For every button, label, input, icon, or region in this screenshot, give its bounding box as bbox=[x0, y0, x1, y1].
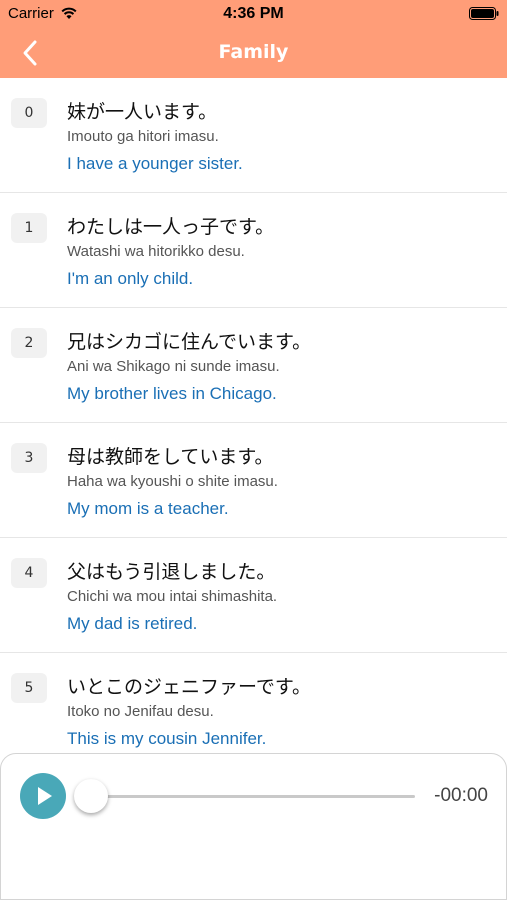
phrase-number-badge: 0 bbox=[11, 98, 47, 128]
romaji-text: Imouto ga hitori imasu. bbox=[67, 128, 219, 145]
nav-bar: Family bbox=[0, 28, 507, 78]
phrase-list[interactable]: 0 妹が一人います。 Imouto ga hitori imasu. I hav… bbox=[0, 78, 507, 758]
japanese-text: 妹が一人います。 bbox=[67, 101, 218, 123]
status-time: 4:36 PM bbox=[223, 5, 284, 22]
english-translation: I have a younger sister. bbox=[67, 154, 243, 173]
progress-thumb[interactable] bbox=[74, 779, 108, 813]
progress-track[interactable] bbox=[93, 795, 415, 798]
phrase-number-badge: 3 bbox=[11, 443, 47, 473]
phrase-row[interactable]: 2 兄はシカゴに住んでいます。 Ani wa Shikago ni sunde … bbox=[0, 308, 507, 423]
romaji-text: Chichi wa mou intai shimashita. bbox=[67, 588, 278, 605]
english-translation: My dad is retired. bbox=[67, 614, 198, 633]
audio-player: -00:00 bbox=[0, 753, 507, 900]
phrase-row[interactable]: 0 妹が一人います。 Imouto ga hitori imasu. I hav… bbox=[0, 78, 507, 193]
phrase-row[interactable]: 1 わたしは一人っ子です。 Watashi wa hitorikko desu.… bbox=[0, 193, 507, 308]
page-title: Family bbox=[218, 41, 289, 63]
phrase-number-badge: 4 bbox=[11, 558, 47, 588]
romaji-text: Haha wa kyoushi o shite imasu. bbox=[67, 473, 278, 490]
phrase-number-badge: 2 bbox=[11, 328, 47, 358]
romaji-text: Ani wa Shikago ni sunde imasu. bbox=[67, 358, 280, 375]
status-bar: Carrier 4:36 PM bbox=[0, 0, 507, 28]
phrase-row[interactable]: 5 いとこのジェニファーです。 Itoko no Jenifau desu. T… bbox=[0, 653, 507, 758]
phrase-row[interactable]: 3 母は教師をしています。 Haha wa kyoushi o shite im… bbox=[0, 423, 507, 538]
remaining-time: -00:00 bbox=[434, 785, 488, 806]
romaji-text: Itoko no Jenifau desu. bbox=[67, 703, 214, 720]
english-translation: This is my cousin Jennifer. bbox=[67, 729, 267, 748]
phrase-row[interactable]: 4 父はもう引退しました。 Chichi wa mou intai shimas… bbox=[0, 538, 507, 653]
english-translation: My brother lives in Chicago. bbox=[67, 384, 277, 403]
japanese-text: 父はもう引退しました。 bbox=[67, 561, 276, 583]
japanese-text: わたしは一人っ子です。 bbox=[67, 216, 275, 238]
play-button[interactable] bbox=[20, 773, 66, 819]
english-translation: My mom is a teacher. bbox=[67, 499, 229, 518]
battery-icon bbox=[469, 7, 499, 20]
romaji-text: Watashi wa hitorikko desu. bbox=[67, 243, 245, 260]
play-icon bbox=[38, 787, 52, 805]
english-translation: I'm an only child. bbox=[67, 269, 194, 288]
japanese-text: 兄はシカゴに住んでいます。 bbox=[67, 331, 312, 353]
japanese-text: 母は教師をしています。 bbox=[67, 446, 274, 468]
phrase-number-badge: 1 bbox=[11, 213, 47, 243]
phrase-number-badge: 5 bbox=[11, 673, 47, 703]
japanese-text: いとこのジェニファーです。 bbox=[67, 676, 311, 698]
header: Carrier 4:36 PM Family bbox=[0, 0, 507, 78]
